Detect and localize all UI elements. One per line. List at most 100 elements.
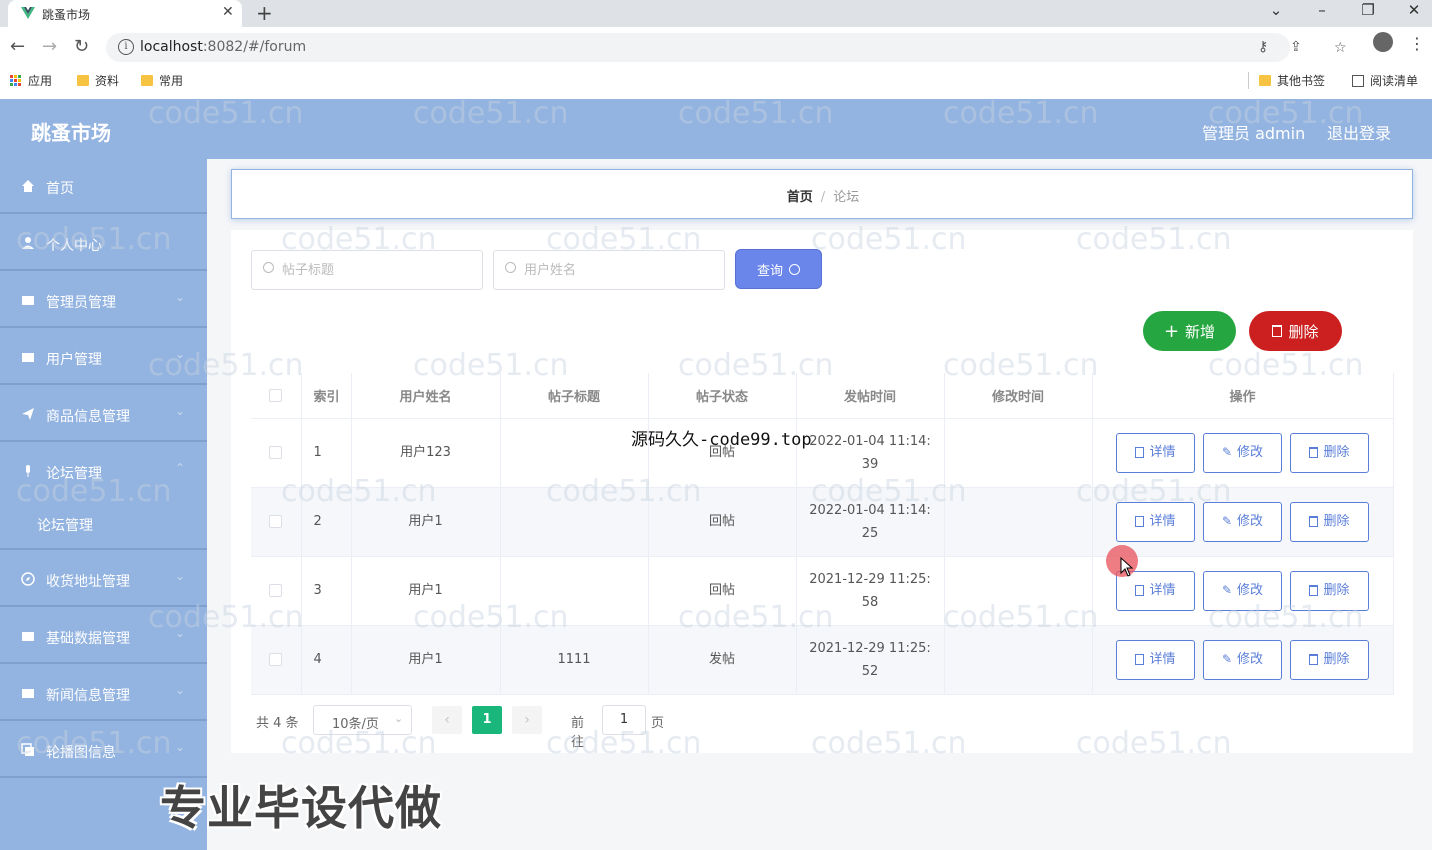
sidebar-item-label: 论坛管理 [46,466,102,482]
page-number-current[interactable]: 1 [472,706,502,734]
url-text[interactable]: localhost:8082/#/forum [140,39,306,55]
query-button-label: 查询 [756,263,783,279]
sidebar-item-home[interactable]: 首页 [0,159,207,214]
row-checkbox[interactable] [269,653,283,666]
post-time-part: 39 [861,456,879,472]
delete-button[interactable]: 删除 [1290,570,1369,611]
profile-avatar-icon[interactable] [1373,32,1393,52]
detail-button[interactable]: 详情 [1116,501,1195,542]
edit-button[interactable]: ✎ 修改 [1203,432,1282,473]
logout-link[interactable]: 退出登录 [1327,120,1391,144]
edit-label: 修改 [1237,652,1264,667]
edit-button[interactable]: ✎ 修改 [1203,570,1282,611]
mic-icon [26,465,30,477]
share-icon[interactable]: ⇪ [1290,39,1302,55]
sidebar-item-admins[interactable]: 管理员管理 ⌄ [0,273,207,328]
bookmark-folder-common[interactable]: 常用 [141,72,183,89]
user-name-search[interactable] [493,250,725,290]
sidebar-item-users[interactable]: 用户管理 ⌄ [0,330,207,385]
tab-search-chevron-icon[interactable]: ⌄ [1266,1,1286,19]
sidebar-item-news[interactable]: 新闻信息管理 ⌄ [0,666,207,721]
reload-icon[interactable]: ↻ [74,36,89,57]
more-menu-icon[interactable]: ⋮ [1409,34,1425,53]
bookmark-label: 阅读清单 [1370,74,1419,88]
plus-icon: + [1163,320,1180,342]
detail-label: 详情 [1149,652,1176,667]
site-info-icon[interactable]: i [118,39,134,55]
trash-icon [1309,516,1319,527]
bookmark-reading-list[interactable]: 阅读清单 [1352,72,1418,89]
detail-button[interactable]: 详情 [1116,639,1195,680]
sidebar-subitem-forum-manage[interactable]: 论坛管理 [37,515,93,535]
overlay-caption: 源码久久-code99.top [631,430,812,450]
page-size-value: 10条/页 [332,717,379,732]
post-time-part: 2021-12-29 11:25: [809,571,931,587]
row-select-cell [251,556,302,626]
sidebar-item-carousel[interactable]: 轮播图信息 ⌄ [0,723,207,778]
browser-tab[interactable]: 跳蚤市场 ✕ [8,0,242,27]
bookmark-folder-data[interactable]: 资料 [77,72,119,89]
back-icon[interactable]: ← [10,36,25,57]
table-header-row: 索引 用户姓名 帖子标题 帖子状态 发帖时间 修改时间 操作 [251,373,1394,419]
row-checkbox[interactable] [269,446,283,459]
sidebar-item-address[interactable]: 收货地址管理 ⌄ [0,552,207,607]
star-icon[interactable]: ☆ [1334,40,1347,56]
chevron-down-icon: ⌄ [175,347,186,361]
forum-table: 索引 用户姓名 帖子标题 帖子状态 发帖时间 修改时间 操作 1 用户123 回… [251,373,1394,695]
query-button[interactable]: 查询 [735,249,822,289]
restore-icon[interactable]: ❐ [1358,1,1378,19]
delete-button[interactable]: 删除 [1290,501,1369,542]
chevron-down-icon: ⌄ [175,683,186,697]
page-suffix: 页 [651,716,665,731]
sidebar-item-base-data[interactable]: 基础数据管理 ⌄ [0,609,207,664]
chevron-up-icon: ⌃ [175,461,186,475]
omnibox[interactable]: i localhost:8082/#/forum ⚷ ⇪ [106,33,1302,62]
post-title-input[interactable] [282,261,472,279]
goto-page-input[interactable]: 1 [602,705,646,735]
tab-close-icon[interactable]: ✕ [222,4,234,20]
batch-delete-button[interactable]: 删除 [1249,311,1342,351]
sidebar-item-goods[interactable]: 商品信息管理 ⌄ [0,387,207,442]
next-page-icon[interactable]: › [512,706,542,734]
row-checkbox[interactable] [269,515,283,528]
add-button[interactable]: + 新增 [1143,311,1236,351]
user-name-input[interactable] [524,261,714,279]
edit-button[interactable]: ✎ 修改 [1203,639,1282,680]
app-header: 跳蚤市场 管理员 admin 退出登录 [0,99,1432,159]
table-row: 1 用户123 回帖 2022-01-04 11:14: 39 详情 ✎ 修改 删除 [251,418,1394,488]
prev-page-icon[interactable]: ‹ [432,706,462,734]
sidebar-item-forum[interactable]: 论坛管理 ⌃ [0,444,207,550]
folder-icon [1259,75,1271,86]
page-size-select[interactable]: 10条/页 ⌄ [313,705,412,735]
post-title-search[interactable] [251,250,483,290]
row-select-cell [251,418,302,488]
new-tab-icon[interactable]: + [256,1,273,25]
search-icon [505,262,516,273]
select-all-checkbox[interactable] [269,388,283,402]
delete-button[interactable]: 删除 [1290,639,1369,680]
forward-icon[interactable]: → [42,36,57,57]
url-path: :8082/#/forum [202,39,307,55]
sidebar-item-profile[interactable]: 个人中心 [0,216,207,271]
sidebar-item-label: 管理员管理 [46,295,116,311]
row-checkbox[interactable] [269,584,283,597]
edit-button[interactable]: ✎ 修改 [1203,501,1282,542]
bookmark-other[interactable]: 其他书签 [1248,72,1325,89]
address-bar: ← → ↻ i localhost:8082/#/forum ⚷ ⇪ ☆ ⋮ [0,27,1432,67]
user-icon [22,237,34,249]
delete-button[interactable]: 删除 [1290,432,1369,473]
detail-label: 详情 [1149,514,1176,529]
edit-icon: ✎ [1221,445,1233,459]
edit-label: 修改 [1237,445,1264,460]
close-window-icon[interactable]: ✕ [1404,1,1424,19]
table-row: 2 用户1 回帖 2022-01-04 11:14: 25 详情 ✎ 修改 删除 [251,487,1394,557]
chevron-down-icon: ⌄ [175,626,186,640]
document-icon [1135,516,1145,527]
breadcrumb-home[interactable]: 首页 [787,190,813,205]
detail-button[interactable]: 详情 [1116,432,1195,473]
key-icon[interactable]: ⚷ [1258,39,1268,55]
chevron-down-icon: ⌄ [394,712,404,725]
trash-icon [1309,654,1319,665]
minimize-icon[interactable]: – [1312,1,1332,19]
bookmark-apps[interactable]: 应用 [10,72,52,89]
